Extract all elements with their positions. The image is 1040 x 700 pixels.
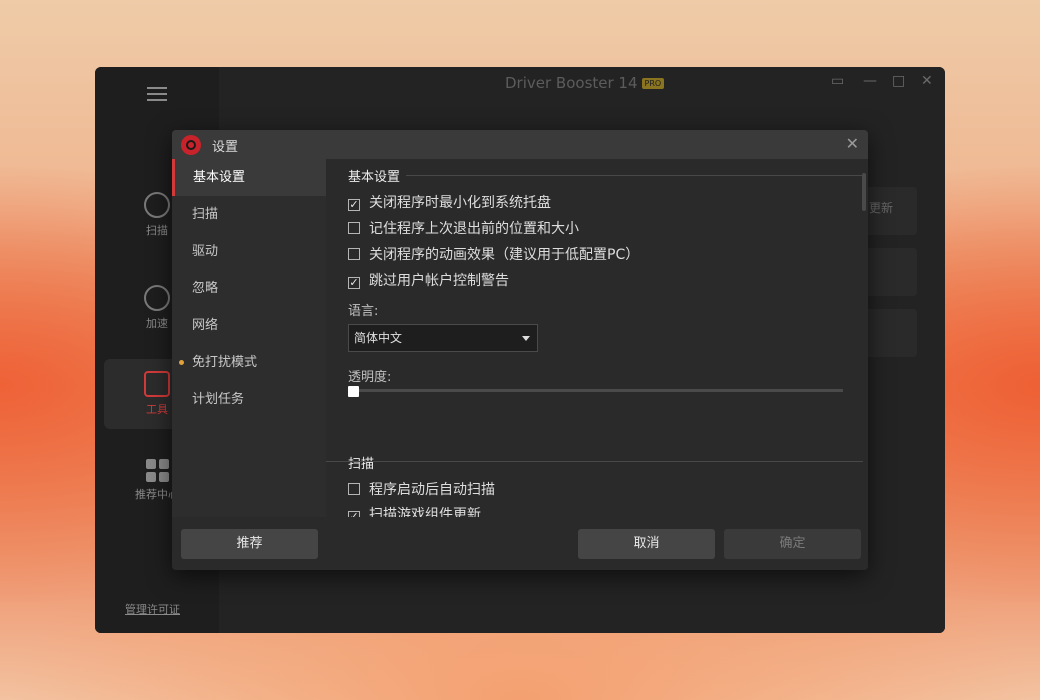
section-heading-scan: 扫描 bbox=[348, 457, 375, 472]
sidebar-item-scan[interactable]: 扫描 bbox=[172, 196, 326, 233]
option-label: 扫描游戏组件更新 bbox=[369, 507, 481, 517]
sidebar-item-driver[interactable]: 驱动 bbox=[172, 233, 326, 270]
checkbox-checked[interactable]: ✓ bbox=[348, 277, 360, 289]
close-icon[interactable]: ✕ bbox=[846, 134, 859, 153]
minimize-icon[interactable]: — bbox=[863, 73, 877, 89]
opacity-slider-track[interactable] bbox=[348, 389, 843, 392]
dialog-header: 设置 ✕ bbox=[172, 130, 868, 159]
sidebar-item-basic[interactable]: 基本设置 bbox=[172, 159, 326, 196]
option-label: 关闭程序时最小化到系统托盘 bbox=[369, 195, 551, 211]
dialog-title: 设置 bbox=[212, 140, 239, 155]
sidebar-item-network[interactable]: 网络 bbox=[172, 307, 326, 344]
content-scrollbar[interactable] bbox=[862, 173, 866, 211]
recommend-button[interactable]: 推荐 bbox=[181, 529, 318, 559]
section-divider bbox=[326, 461, 863, 462]
maximize-icon[interactable]: □ bbox=[892, 73, 905, 89]
cancel-button[interactable]: 取消 bbox=[578, 529, 715, 559]
option-remember-position[interactable]: 记住程序上次退出前的位置和大小 bbox=[348, 218, 579, 238]
sidebar-item-dnd[interactable]: 免打扰模式 bbox=[172, 344, 326, 381]
language-label: 语言: bbox=[348, 304, 379, 319]
app-title-text: Driver Booster 14 bbox=[505, 74, 638, 92]
section-divider bbox=[406, 175, 863, 176]
option-minimize-to-tray[interactable]: ✓ 关闭程序时最小化到系统托盘 bbox=[348, 192, 551, 212]
scan-icon bbox=[144, 192, 170, 218]
option-label: 跳过用户帐户控制警告 bbox=[369, 273, 509, 289]
checkbox-unchecked[interactable] bbox=[348, 483, 360, 495]
option-auto-scan[interactable]: 程序启动后自动扫描 bbox=[348, 479, 495, 499]
settings-dialog: 设置 ✕ 基本设置 扫描 驱动 忽略 网络 免打扰模式 计划任务 基本设置 ✓ 关… bbox=[172, 130, 868, 570]
sidebar-item-dnd-label: 免打扰模式 bbox=[192, 355, 258, 370]
chevron-down-icon bbox=[522, 336, 530, 341]
opacity-label: 透明度: bbox=[348, 370, 392, 385]
language-value: 简体中文 bbox=[354, 331, 403, 345]
manage-license-link[interactable]: 管理许可证 bbox=[125, 601, 180, 617]
update-card-text: 更新 bbox=[869, 201, 894, 215]
checkbox-unchecked[interactable] bbox=[348, 248, 360, 260]
speedometer-icon bbox=[144, 285, 170, 311]
settings-sidebar: 基本设置 扫描 驱动 忽略 网络 免打扰模式 计划任务 bbox=[172, 159, 326, 517]
settings-content: 基本设置 ✓ 关闭程序时最小化到系统托盘 记住程序上次退出前的位置和大小 关闭程序… bbox=[326, 159, 868, 517]
checkbox-unchecked[interactable] bbox=[348, 222, 360, 234]
apps-grid-icon bbox=[145, 459, 169, 482]
app-logo-icon bbox=[181, 135, 201, 155]
dialog-footer: 推荐 取消 确定 bbox=[172, 517, 868, 570]
feedback-icon[interactable]: ▭ bbox=[831, 73, 844, 89]
notification-dot-icon bbox=[179, 360, 184, 365]
language-select[interactable]: 简体中文 bbox=[348, 324, 538, 352]
option-label: 记住程序上次退出前的位置和大小 bbox=[369, 221, 579, 237]
close-app-icon[interactable]: ✕ bbox=[921, 73, 933, 89]
option-label: 程序启动后自动扫描 bbox=[369, 482, 495, 498]
app-title: Driver Booster 14 PRO bbox=[505, 74, 665, 92]
section-heading-basic: 基本设置 bbox=[348, 170, 401, 185]
option-disable-animation[interactable]: 关闭程序的动画效果（建议用于低配置PC） bbox=[348, 244, 639, 264]
pro-badge: PRO bbox=[641, 78, 665, 89]
checkbox-checked[interactable]: ✓ bbox=[348, 199, 360, 211]
option-skip-uac[interactable]: ✓ 跳过用户帐户控制警告 bbox=[348, 270, 509, 290]
confirm-button[interactable]: 确定 bbox=[724, 529, 861, 559]
menu-icon[interactable] bbox=[147, 87, 167, 101]
sidebar-item-schedule[interactable]: 计划任务 bbox=[172, 381, 326, 418]
opacity-slider-thumb[interactable] bbox=[348, 386, 359, 397]
option-scan-game-components[interactable]: ✓ 扫描游戏组件更新 bbox=[348, 504, 481, 517]
sidebar-item-ignore[interactable]: 忽略 bbox=[172, 270, 326, 307]
toolbox-icon bbox=[144, 371, 170, 397]
option-label: 关闭程序的动画效果（建议用于低配置PC） bbox=[369, 247, 640, 263]
